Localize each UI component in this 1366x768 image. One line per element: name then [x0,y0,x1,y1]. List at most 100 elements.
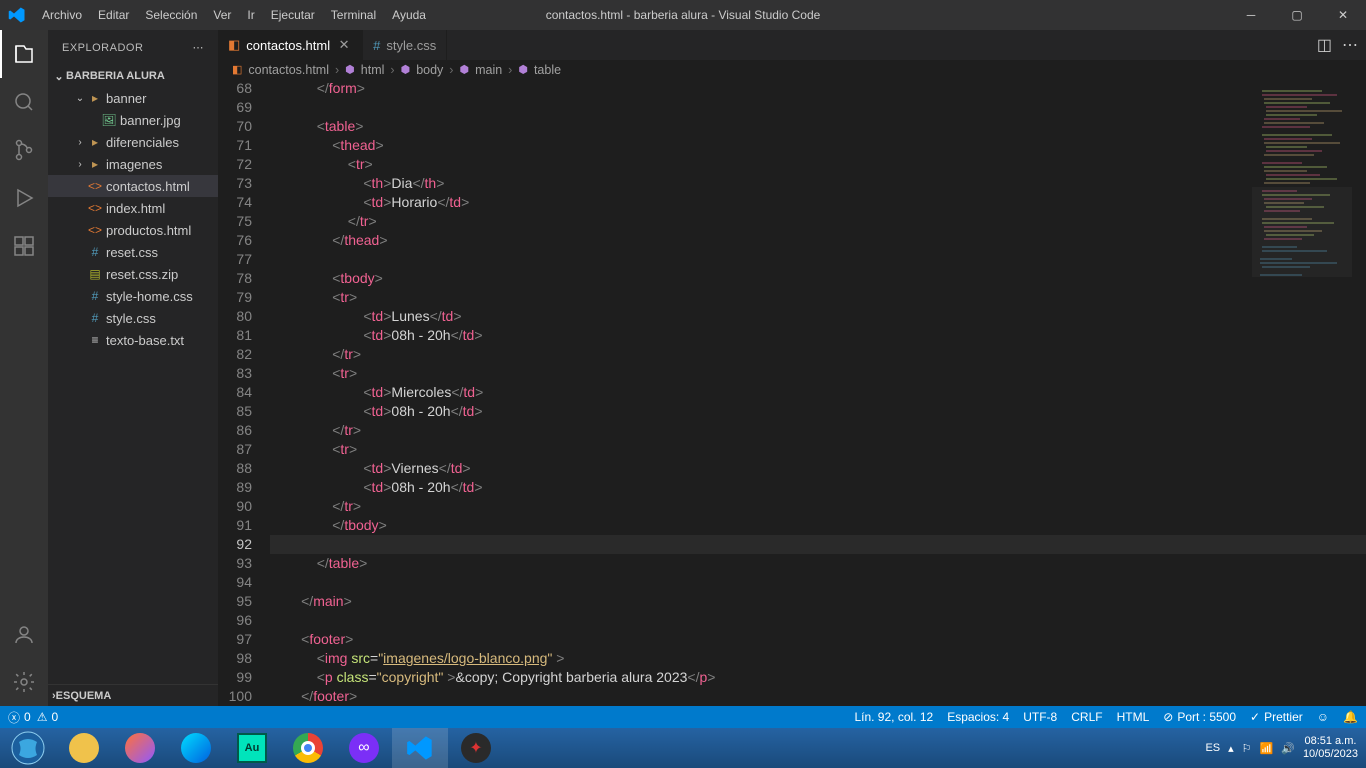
menu-terminal[interactable]: Terminal [324,4,383,26]
folder-icon: ▸ [86,157,104,171]
code-content[interactable]: </form> <table> <thead> <tr> <th>Dia</th… [270,79,1366,706]
file-reset.css.zip[interactable]: ▤reset.css.zip [48,263,218,285]
status-errors[interactable]: ⓧ 0 [8,709,31,726]
file-contactos.html[interactable]: <>contactos.html [48,175,218,197]
file-label: style.css [106,311,156,326]
tray-up-icon[interactable]: ▴ [1228,742,1234,755]
folder-imagenes[interactable]: ›▸imagenes [48,153,218,175]
file-style-home.css[interactable]: #style-home.css [48,285,218,307]
sidebar: EXPLORADOR ⋯ ⌄ BARBERIA ALURA ⌄▸banner🖼b… [48,30,218,706]
status-warnings[interactable]: ⚠ 0 [37,710,58,724]
taskbar-app1[interactable]: ∞ [336,728,392,768]
chevron-icon: › [74,159,86,170]
file-style.css[interactable]: #style.css [48,307,218,329]
menubar: Archivo Editar Selección Ver Ir Ejecutar… [0,4,433,26]
breadcrumb[interactable]: ◧contactos.html ›⬢html ›⬢body ›⬢main ›⬢t… [218,60,1366,79]
crumb[interactable]: table [534,63,561,77]
file-texto-base.txt[interactable]: ≡texto-base.txt [48,329,218,351]
line-numbers: 6869707172737475767778798081828384858687… [218,79,270,706]
taskbar-app2[interactable]: ✦ [448,728,504,768]
sidebar-project-header[interactable]: ⌄ BARBERIA ALURA [48,65,218,87]
menu-seleccion[interactable]: Selección [138,4,204,26]
maximize-button[interactable]: ▢ [1274,0,1320,30]
tab-contactos[interactable]: ◧ contactos.html ✕ [218,30,363,60]
status-bell-icon[interactable]: 🔔 [1343,710,1358,724]
status-prettier[interactable]: ✓ Prettier [1250,710,1303,724]
symbol-icon: ⬢ [459,63,469,76]
file-reset.css[interactable]: #reset.css [48,241,218,263]
symbol-icon: ⬢ [401,63,411,76]
settings-icon[interactable] [0,658,48,706]
status-language[interactable]: HTML [1117,710,1150,724]
html-icon: ◧ [232,63,242,76]
run-debug-icon[interactable] [0,174,48,222]
search-icon[interactable] [0,78,48,126]
activity-bar [0,30,48,706]
editor-group: ◧ contactos.html ✕ # style.css ◫ ⋯ ◧ cont… [218,30,1366,706]
css-icon: # [86,289,104,303]
status-eol[interactable]: CRLF [1071,710,1102,724]
status-port[interactable]: ⊘ Port : 5500 [1163,710,1236,724]
file-productos.html[interactable]: <>productos.html [48,219,218,241]
file-label: index.html [106,201,165,216]
sidebar-outline-header[interactable]: › ESQUEMA [48,684,218,706]
code-editor[interactable]: 6869707172737475767778798081828384858687… [218,79,1366,706]
menu-archivo[interactable]: Archivo [35,4,89,26]
tab-close-icon[interactable]: ✕ [336,37,352,53]
menu-ayuda[interactable]: Ayuda [385,4,433,26]
status-encoding[interactable]: UTF-8 [1023,710,1057,724]
status-spaces[interactable]: Espacios: 4 [947,710,1009,724]
folder-diferenciales[interactable]: ›▸diferenciales [48,131,218,153]
menu-ir[interactable]: Ir [240,4,261,26]
menu-ver[interactable]: Ver [206,4,238,26]
crumb[interactable]: main [475,63,502,77]
taskbar-vscode[interactable] [392,728,448,768]
css-icon: # [86,311,104,325]
file-label: style-home.css [106,289,193,304]
minimize-button[interactable]: ─ [1228,0,1274,30]
file-label: banner.jpg [120,113,181,128]
taskbar-explorer[interactable] [56,728,112,768]
close-button[interactable]: ✕ [1320,0,1366,30]
file-label: productos.html [106,223,191,238]
file-banner.jpg[interactable]: 🖼banner.jpg [48,109,218,131]
account-icon[interactable] [0,610,48,658]
menu-ejecutar[interactable]: Ejecutar [264,4,322,26]
chevron-icon: › [74,137,86,148]
tray-flag-icon[interactable]: ⚐ [1242,742,1252,755]
source-control-icon[interactable] [0,126,48,174]
file-index.html[interactable]: <>index.html [48,197,218,219]
chevron-down-icon: ⌄ [52,70,66,83]
status-position[interactable]: Lín. 92, col. 12 [854,710,933,724]
extensions-icon[interactable] [0,222,48,270]
tab-style[interactable]: # style.css [363,30,447,60]
status-feedback-icon[interactable]: ☺ [1317,710,1329,724]
crumb[interactable]: body [416,63,443,77]
tray-volume-icon[interactable]: 🔊 [1281,742,1295,755]
tray-lang[interactable]: ES [1205,742,1220,754]
sidebar-more-icon[interactable]: ⋯ [193,41,205,54]
file-label: texto-base.txt [106,333,184,348]
taskbar-firefox2[interactable] [168,728,224,768]
tab-more-icon[interactable]: ⋯ [1342,35,1358,55]
crumb[interactable]: html [361,63,385,77]
split-editor-icon[interactable]: ◫ [1317,35,1332,55]
tray-network-icon[interactable]: 📶 [1260,742,1274,755]
project-name: BARBERIA ALURA [66,70,165,82]
chevron-icon: ⌄ [74,93,86,104]
tab-bar: ◧ contactos.html ✕ # style.css ◫ ⋯ [218,30,1366,60]
explorer-icon[interactable] [0,30,48,78]
tray-date: 10/05/2023 [1303,748,1358,761]
menu-editar[interactable]: Editar [91,4,136,26]
folder-banner[interactable]: ⌄▸banner [48,87,218,109]
tab-label: contactos.html [246,38,330,53]
tray-clock[interactable]: 08:51 a.m. 10/05/2023 [1303,735,1358,761]
minimap[interactable] [1252,87,1352,307]
start-button[interactable] [0,728,56,768]
tray-time: 08:51 a.m. [1303,735,1358,748]
file-label: reset.css.zip [106,267,178,282]
crumb[interactable]: contactos.html [248,63,329,77]
taskbar-firefox1[interactable] [112,728,168,768]
taskbar-chrome[interactable] [280,728,336,768]
taskbar-audition[interactable]: Au [224,728,280,768]
